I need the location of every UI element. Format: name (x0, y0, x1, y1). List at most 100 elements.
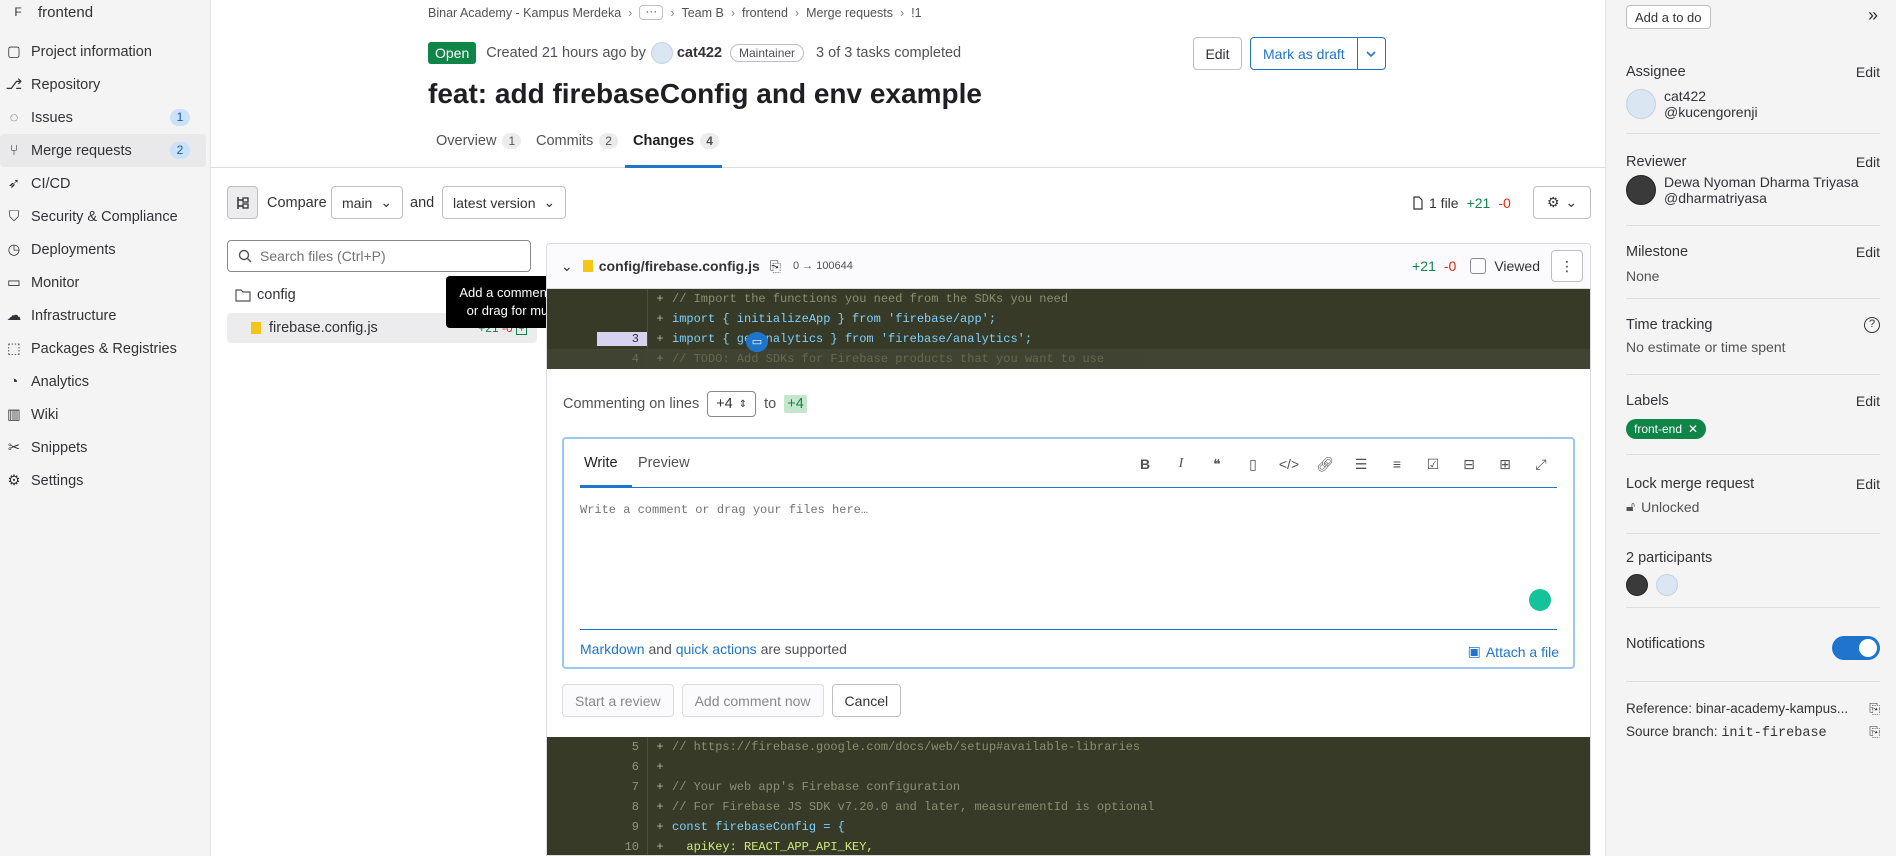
preview-tab[interactable]: Preview (638, 455, 690, 471)
quote-icon[interactable]: ❝ (1199, 453, 1235, 475)
chevron-down-icon[interactable] (1357, 37, 1386, 70)
head-version-dropdown[interactable]: latest version ⌄ (442, 186, 567, 219)
quick-actions-link[interactable]: quick actions (676, 641, 757, 657)
collapse-sidebar-icon[interactable]: » (1868, 5, 1878, 26)
label-chip[interactable]: front-end ✕ (1626, 419, 1880, 439)
sidebar-item-analytics[interactable]: ◔ Analytics (0, 365, 206, 398)
reviewer[interactable]: Dewa Nyoman Dharma Triyasa @dharmatriyas… (1626, 174, 1880, 206)
write-tab[interactable]: Write (584, 455, 618, 471)
close-icon[interactable]: ✕ (1688, 422, 1698, 436)
table-icon[interactable]: ⊞ (1487, 453, 1523, 475)
add-comment-now-button[interactable]: Add comment now (681, 684, 824, 717)
cancel-button[interactable]: Cancel (831, 684, 902, 717)
bullet-list-icon[interactable]: ☰ (1343, 453, 1379, 475)
assignee[interactable]: cat422 @kucengorenji (1626, 88, 1880, 120)
collapse-chevron-icon[interactable]: ⌄ (561, 258, 573, 275)
diff-line[interactable]: 7 +// Your web app's Firebase configurati… (547, 777, 1590, 797)
fullscreen-icon[interactable]: ⤢ (1523, 453, 1559, 475)
breadcrumb-project[interactable]: frontend (742, 6, 788, 20)
reviewer-edit-link[interactable]: Edit (1856, 154, 1880, 170)
diff-line[interactable]: 3 + import { getAnalytics } from 'firebase… (547, 329, 1590, 349)
line-start-select[interactable]: +4 ⇕ (707, 391, 757, 417)
diff-line[interactable]: 10 + apiKey: REACT_APP_API_KEY, (547, 837, 1590, 855)
labels-edit-link[interactable]: Edit (1856, 393, 1880, 409)
avatar[interactable] (1626, 574, 1648, 596)
sidebar-item-issues[interactable]: ◌ Issues 1 (0, 101, 206, 134)
sidebar-item-wiki[interactable]: ▥ Wiki (0, 398, 206, 431)
checkbox[interactable] (1470, 258, 1487, 274)
file-options-button[interactable]: ⋮ (1551, 250, 1583, 282)
code-icon[interactable]: </> (1271, 453, 1307, 475)
sidebar-item-project-information[interactable]: ▢ Project information (0, 35, 206, 68)
author-avatar[interactable] (650, 42, 673, 64)
sidebar-item-ci-cd[interactable]: ➶ CI/CD (0, 167, 206, 200)
breadcrumb-merge-requests[interactable]: Merge requests (806, 6, 893, 20)
start-review-button[interactable]: Start a review (562, 684, 674, 717)
breadcrumb-subgroup[interactable]: Team B (681, 6, 723, 20)
bold-icon[interactable]: B (1127, 453, 1163, 475)
collapsible-icon[interactable]: ⊟ (1451, 453, 1487, 475)
grammarly-icon[interactable] (1529, 589, 1551, 611)
sidebar-item-packages-registries[interactable]: ⬚ Packages & Registries (0, 332, 206, 365)
sidebar-item-repository[interactable]: ⎇ Repository (0, 68, 206, 101)
copy-icon[interactable]: ⎘ (1869, 701, 1880, 717)
new-line-number[interactable]: 4 (597, 352, 647, 366)
link-icon[interactable]: 🔗︎ (1307, 453, 1343, 475)
diff-settings-button[interactable]: ⚙ ⌄ (1533, 186, 1591, 219)
sidebar-item-monitor[interactable]: ▭ Monitor (0, 266, 206, 299)
sidebar-item-security-compliance[interactable]: ⛉ Security & Compliance (0, 200, 206, 233)
tree-folder[interactable]: config (235, 287, 296, 303)
viewed-checkbox[interactable]: +21 -0 Viewed (1412, 258, 1540, 274)
mark-as-draft-button[interactable]: Mark as draft (1250, 37, 1358, 70)
diff-line[interactable]: 9 + const firebaseConfig = { (547, 817, 1590, 837)
copy-icon[interactable]: ⎘ (1869, 724, 1880, 740)
avatar[interactable] (1656, 574, 1678, 596)
sidebar-item-merge-requests[interactable]: ⑂ Merge requests 2 (0, 134, 206, 167)
diff-line[interactable]: +// Import the functions you need from t… (547, 289, 1590, 309)
sidebar-item-settings[interactable]: ⚙ Settings (0, 464, 206, 497)
new-line-number[interactable]: 10 (597, 840, 647, 854)
file-tree-toggle-button[interactable] (227, 186, 258, 219)
sidebar-item-snippets[interactable]: ✂ Snippets (0, 431, 206, 464)
search-files-input[interactable]: Search files (Ctrl+P) (227, 240, 531, 272)
assignee-edit-link[interactable]: Edit (1856, 64, 1880, 80)
tab-overview[interactable]: Overview 1 (436, 133, 522, 149)
breadcrumb-group[interactable]: Binar Academy - Kampus Merdeka (428, 6, 621, 20)
task-list-icon[interactable]: ☑ (1415, 453, 1451, 475)
diff-line[interactable]: + import { initializeApp } from 'firebase… (547, 309, 1590, 329)
new-line-number[interactable]: 9 (597, 820, 647, 834)
sidebar-item-infrastructure[interactable]: ☁ Infrastructure (0, 299, 206, 332)
base-branch-dropdown[interactable]: main ⌄ (331, 186, 404, 219)
milestone-edit-link[interactable]: Edit (1856, 244, 1880, 260)
new-line-number[interactable]: 6 (597, 760, 647, 774)
add-comment-bubble-icon[interactable]: ▭ (746, 332, 768, 352)
diff-line[interactable]: 5 +// https://firebase.google.com/docs/we… (547, 737, 1590, 757)
numbered-list-icon[interactable]: ≡ (1379, 453, 1415, 475)
add-todo-button[interactable]: Add a to do (1626, 5, 1711, 29)
diff-line[interactable]: 4 +// TODO: Add SDKs for Firebase product… (547, 349, 1590, 369)
sidebar-item-deployments[interactable]: ◷ Deployments (0, 233, 206, 266)
tab-commits[interactable]: Commits 2 (536, 133, 618, 149)
edit-button[interactable]: Edit (1193, 37, 1242, 70)
attach-file-button[interactable]: ▣ Attach a file (1468, 643, 1559, 660)
new-line-number[interactable]: 5 (597, 740, 647, 754)
code-file-icon[interactable]: ▯ (1235, 453, 1271, 475)
markdown-link[interactable]: Markdown (580, 641, 645, 657)
italic-icon[interactable]: I (1163, 453, 1199, 475)
breadcrumb-ellipsis-button[interactable]: ··· (639, 5, 664, 20)
diff-line[interactable]: 8 +// For Firebase JS SDK v7.20.0 and lat… (547, 797, 1590, 817)
new-line-number[interactable]: 8 (597, 800, 647, 814)
new-line-number[interactable]: 3 (597, 332, 647, 346)
diff-file-path[interactable]: config/firebase.config.js (599, 258, 760, 274)
tab-changes[interactable]: Changes 4 (633, 133, 719, 149)
project-header[interactable]: F frontend (0, 0, 210, 24)
author-name[interactable]: cat422 (677, 45, 722, 61)
copy-icon[interactable]: ⎘ (770, 258, 781, 275)
help-icon[interactable]: ? (1864, 317, 1880, 333)
new-line-number[interactable]: 7 (597, 780, 647, 794)
notifications-toggle[interactable] (1832, 636, 1880, 660)
diff-line[interactable]: 6 + (547, 757, 1590, 777)
lock-edit-link[interactable]: Edit (1856, 476, 1880, 492)
breadcrumb-mr-id[interactable]: !1 (911, 6, 921, 20)
comment-textarea[interactable]: Write a comment or drag your files here… (580, 503, 868, 517)
